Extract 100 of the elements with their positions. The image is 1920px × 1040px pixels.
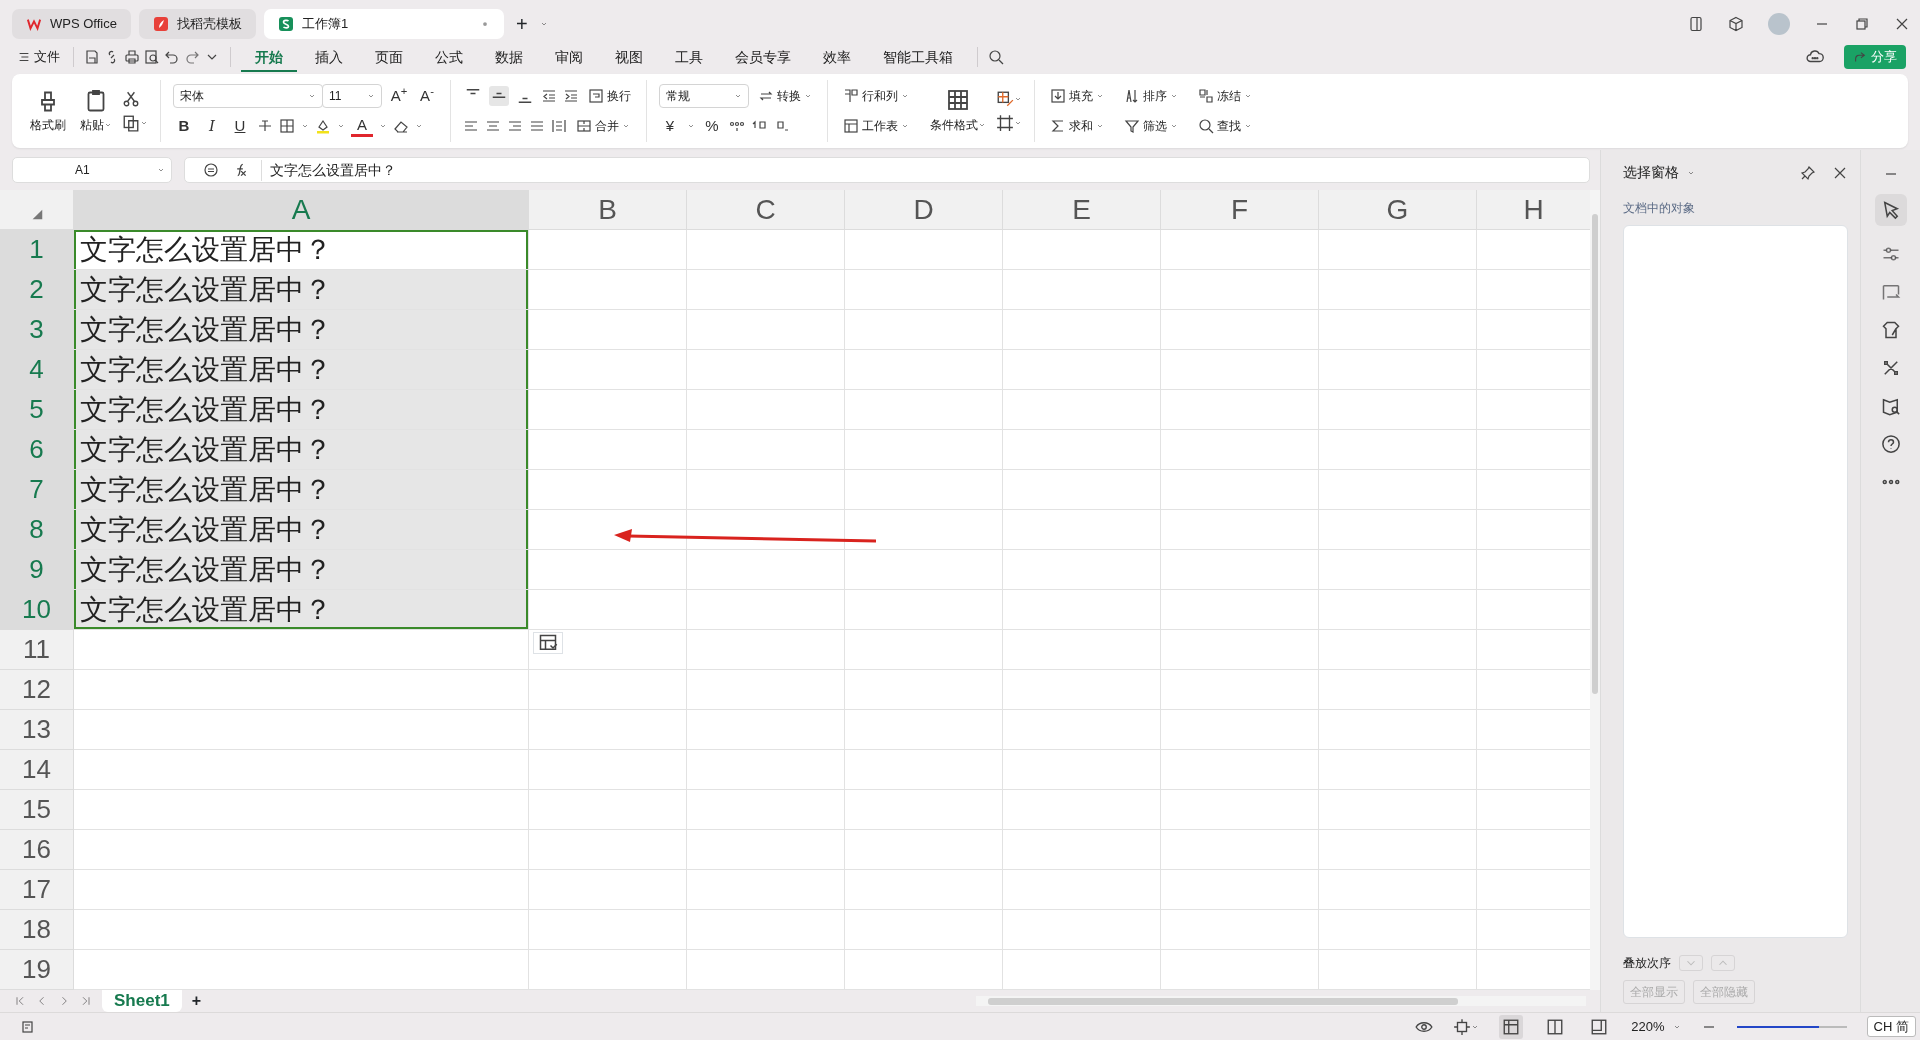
border-icon[interactable]: [279, 118, 295, 134]
ribbon-button[interactable]: 填充: [1047, 84, 1107, 108]
table-cell[interactable]: 文字怎么设置居中？: [74, 350, 529, 390]
row-header[interactable]: 14: [0, 750, 74, 790]
shirt-brush-icon[interactable]: [1880, 320, 1901, 340]
strikethrough-icon[interactable]: [257, 118, 273, 134]
file-menu[interactable]: 文件: [14, 45, 63, 69]
row-header[interactable]: 11: [0, 630, 74, 670]
column-header[interactable]: D: [845, 190, 1003, 230]
conditional-format-button[interactable]: 条件格式: [926, 88, 990, 134]
close-icon[interactable]: [1894, 16, 1910, 32]
print-icon[interactable]: [124, 49, 140, 65]
new-tab-button[interactable]: +: [511, 9, 532, 39]
convert-button[interactable]: 转换: [755, 84, 815, 108]
font-size-dropdown[interactable]: 11: [322, 84, 382, 108]
merge-button[interactable]: 合并: [573, 114, 633, 138]
table-cell[interactable]: 文字怎么设置居中？: [74, 470, 529, 510]
fill-color-icon[interactable]: [315, 118, 331, 134]
ribbon-tab[interactable]: 智能工具箱: [869, 42, 967, 72]
ribbon-tab[interactable]: 审阅: [541, 42, 597, 72]
table-cell[interactable]: 文字怎么设置居中？: [74, 270, 529, 310]
rows-columns-button[interactable]: 行和列: [840, 84, 912, 108]
help-icon[interactable]: [1880, 434, 1901, 454]
wrap-text-button[interactable]: 换行: [585, 84, 634, 108]
italic-button[interactable]: I: [201, 114, 223, 138]
align-center-icon[interactable]: [485, 118, 501, 134]
column-header[interactable]: H: [1477, 190, 1591, 230]
formula-field[interactable]: 文字怎么设置居中？: [184, 157, 1590, 183]
name-box[interactable]: A1: [12, 157, 172, 183]
row-header[interactable]: 4: [0, 350, 74, 390]
ribbon-tab[interactable]: 效率: [809, 42, 865, 72]
zoom-slider[interactable]: [1736, 1025, 1847, 1028]
vertical-scrollbar[interactable]: [1590, 190, 1600, 990]
column-header[interactable]: C: [687, 190, 845, 230]
normal-view-button[interactable]: [1499, 1014, 1524, 1039]
macro-icon[interactable]: [20, 1018, 36, 1035]
column-header[interactable]: B: [529, 190, 687, 230]
column-header[interactable]: A: [74, 190, 529, 230]
row-header[interactable]: 6: [0, 430, 74, 470]
row-header[interactable]: 3: [0, 310, 74, 350]
ribbon-tab[interactable]: 公式: [421, 42, 477, 72]
pin-icon[interactable]: [1800, 164, 1816, 181]
table-cell[interactable]: 文字怎么设置居中？: [74, 390, 529, 430]
cube-icon[interactable]: [1728, 16, 1744, 32]
crosshair-icon[interactable]: [1453, 1017, 1472, 1036]
row-header[interactable]: 2: [0, 270, 74, 310]
undo-icon[interactable]: [164, 49, 180, 65]
quick-analysis-icon[interactable]: [533, 632, 563, 654]
currency-button[interactable]: ¥: [659, 114, 681, 138]
row-header[interactable]: 18: [0, 910, 74, 950]
ribbon-tab[interactable]: 视图: [601, 42, 657, 72]
row-header[interactable]: 7: [0, 470, 74, 510]
title-tab[interactable]: 工作簿1: [263, 9, 504, 39]
row-header[interactable]: 13: [0, 710, 74, 750]
shrink-font-button[interactable]: A$^{-}$: [416, 84, 438, 108]
title-tab[interactable]: WPS Office: [12, 9, 131, 39]
table-cell[interactable]: 文字怎么设置居中？: [74, 510, 529, 550]
row-header[interactable]: 15: [0, 790, 74, 830]
row-header[interactable]: 9: [0, 550, 74, 590]
ribbon-tab[interactable]: 会员专享: [721, 42, 805, 72]
cell-frame-icon[interactable]: [996, 114, 1014, 132]
ribbon-button[interactable]: 排序: [1121, 84, 1181, 108]
row-header[interactable]: 10: [0, 590, 74, 630]
rotate-frame-icon[interactable]: [1880, 282, 1901, 302]
row-header[interactable]: 5: [0, 390, 74, 430]
bold-button[interactable]: B: [173, 114, 195, 138]
paste-button[interactable]: 粘贴: [76, 88, 116, 134]
restore-icon[interactable]: [1854, 16, 1870, 32]
row-header[interactable]: 1: [0, 230, 74, 270]
worksheet-button[interactable]: 工作表: [840, 114, 912, 138]
column-header[interactable]: E: [1003, 190, 1161, 230]
table-cell[interactable]: 文字怎么设置居中？: [74, 590, 529, 630]
title-tab[interactable]: 找稻壳模板: [138, 9, 256, 39]
ribbon-button[interactable]: 求和: [1047, 114, 1107, 138]
copy-icon[interactable]: [122, 114, 140, 132]
table-cell[interactable]: 文字怎么设置居中？: [74, 230, 529, 270]
justify-icon[interactable]: [529, 118, 545, 134]
sheet-tab[interactable]: Sheet1: [102, 990, 182, 1012]
font-name-dropdown[interactable]: 宋体: [173, 84, 323, 108]
ribbon-tab[interactable]: 页面: [361, 42, 417, 72]
distribute-icon[interactable]: [551, 118, 567, 134]
row-header[interactable]: 16: [0, 830, 74, 870]
table-cell[interactable]: 文字怎么设置居中？: [74, 310, 529, 350]
table-cell[interactable]: 文字怎么设置居中？: [74, 430, 529, 470]
format-painter-button[interactable]: 格式刷: [26, 88, 70, 134]
ribbon-tab[interactable]: 开始: [241, 42, 297, 72]
align-right-icon[interactable]: [507, 118, 523, 134]
font-color-button[interactable]: A: [351, 115, 373, 137]
print-preview-icon[interactable]: [144, 49, 160, 65]
save-icon[interactable]: [84, 49, 100, 65]
row-header[interactable]: 17: [0, 870, 74, 910]
row-header[interactable]: 12: [0, 670, 74, 710]
zoom-level[interactable]: 220%: [1631, 1016, 1665, 1037]
align-lines-icon[interactable]: [489, 86, 509, 106]
decrease-indent-icon[interactable]: [541, 88, 557, 104]
horizontal-scrollbar[interactable]: [976, 996, 1586, 1006]
grow-font-button[interactable]: A$^{+}$: [388, 84, 410, 108]
row-header[interactable]: 19: [0, 950, 74, 990]
table-style-icon[interactable]: [996, 90, 1014, 108]
ribbon-button[interactable]: 查找: [1195, 114, 1255, 138]
